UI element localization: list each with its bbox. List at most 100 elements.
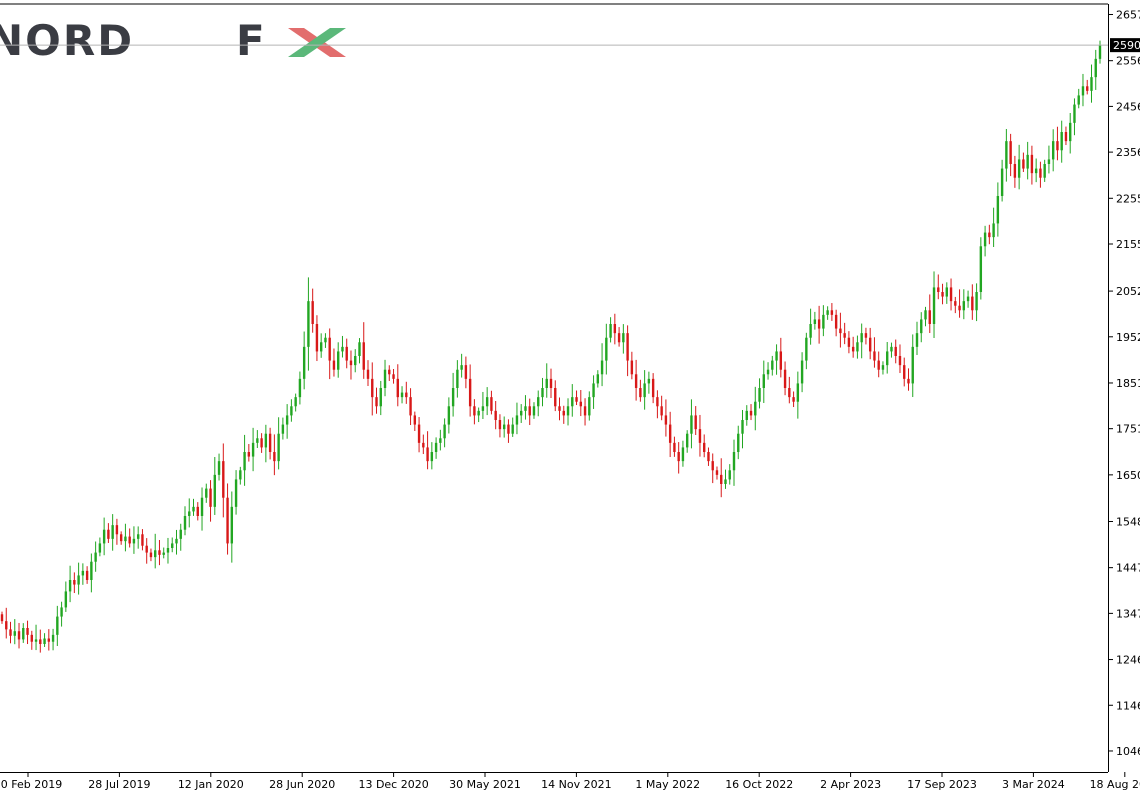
x-tick-label: 28 Jul 2019 <box>88 778 150 791</box>
candle-body <box>554 388 557 407</box>
candle-body <box>758 388 761 402</box>
candle-body <box>873 351 876 361</box>
candle-body <box>647 378 651 384</box>
candle-body <box>251 442 255 457</box>
candle-body <box>656 397 659 407</box>
candle-body <box>107 529 110 539</box>
x-tick-label: 14 Nov 2021 <box>541 778 611 791</box>
candle-body <box>915 333 919 347</box>
candle-body <box>775 351 778 361</box>
y-tick-label: 2052 <box>1116 285 1140 298</box>
candle-body <box>805 337 808 361</box>
candle-body <box>111 525 114 539</box>
candle-body <box>690 415 693 434</box>
candle-body <box>783 369 787 388</box>
candle-body <box>515 415 519 425</box>
candle-body <box>843 333 846 338</box>
candle-body <box>1022 159 1025 169</box>
candle-body <box>996 196 1000 224</box>
candle-body <box>983 232 987 247</box>
candle-body <box>383 369 387 388</box>
candle-body <box>724 479 727 484</box>
y-tick-label: 2456 <box>1116 100 1140 113</box>
x-tick-label: 16 Oct 2022 <box>725 778 793 791</box>
candle-body <box>311 301 314 324</box>
candle-body <box>762 374 765 388</box>
candle-body <box>498 420 502 430</box>
logo-letter-f: F <box>236 16 265 65</box>
candle-body <box>64 591 68 608</box>
candle-body <box>315 324 319 352</box>
candle-body <box>988 232 991 238</box>
candle-body <box>354 356 357 366</box>
candle-body <box>834 314 838 329</box>
axes-layer: 2657 2556 2456 2356 2255 2155 2052 1952 1851 1751… <box>0 3 1140 791</box>
candle-body <box>817 319 821 329</box>
candle-body <box>1013 164 1017 178</box>
candle-body <box>958 305 961 311</box>
candle-body <box>749 410 753 416</box>
candle-body <box>256 438 259 443</box>
candle-body <box>341 346 344 352</box>
candle-body <box>694 415 697 430</box>
candle-body <box>673 442 676 452</box>
candle-body <box>5 621 8 630</box>
candle-body <box>247 452 251 457</box>
candle-body <box>537 397 540 407</box>
current-price-label: 2590 <box>1113 39 1140 52</box>
candle-body <box>698 429 702 443</box>
candle-body <box>1043 164 1046 178</box>
candle-body <box>200 497 204 516</box>
candle-body <box>809 324 812 338</box>
candle-body <box>685 433 689 448</box>
candle-body <box>60 607 63 617</box>
candle-body <box>349 360 353 366</box>
candle-body <box>171 543 174 548</box>
candle-body <box>494 410 497 420</box>
candle-body <box>928 310 931 324</box>
candle-body <box>26 628 29 635</box>
candle-body <box>886 351 889 366</box>
y-tick-label: 2556 <box>1116 55 1140 68</box>
x-tick-label: 12 Jan 2020 <box>178 778 244 791</box>
candle-body <box>894 346 897 356</box>
candle-body <box>839 328 842 334</box>
candle-body <box>230 506 234 544</box>
candle-body <box>1086 86 1089 91</box>
candle-body <box>800 360 804 384</box>
y-tick-label: 1650 <box>1116 469 1140 482</box>
y-tick-label: 2657 <box>1116 9 1140 22</box>
candle-body <box>434 442 438 452</box>
candle-body <box>9 629 12 636</box>
x-tick-label: 18 Aug 2024 <box>1090 778 1140 791</box>
candle-body <box>668 424 672 443</box>
candle-body <box>51 634 55 642</box>
candle-body <box>179 529 182 539</box>
candle-body <box>392 374 395 379</box>
y-tick-label: 1751 <box>1116 423 1140 436</box>
candle-body <box>660 406 663 416</box>
candle-body <box>971 296 974 311</box>
candle-body <box>732 452 736 471</box>
candle-body <box>583 406 587 416</box>
candle-body <box>562 410 565 416</box>
candle-body <box>128 536 131 544</box>
candle-body <box>209 488 212 507</box>
candle-body <box>962 301 966 311</box>
candle-body <box>941 292 944 297</box>
candle-body <box>477 410 480 416</box>
candle-body <box>371 378 374 398</box>
candle-body <box>30 634 33 642</box>
candle-body <box>592 383 595 398</box>
candle-body <box>222 461 225 498</box>
candle-body <box>822 314 825 329</box>
candle-body <box>307 301 310 347</box>
candle-body <box>375 397 378 407</box>
candle-body <box>439 438 442 443</box>
candle-body <box>298 378 302 398</box>
candle-body <box>213 474 216 507</box>
candle-body <box>1069 122 1072 142</box>
candle-body <box>545 378 548 388</box>
candle-body <box>115 525 119 535</box>
candle-body <box>520 410 523 416</box>
